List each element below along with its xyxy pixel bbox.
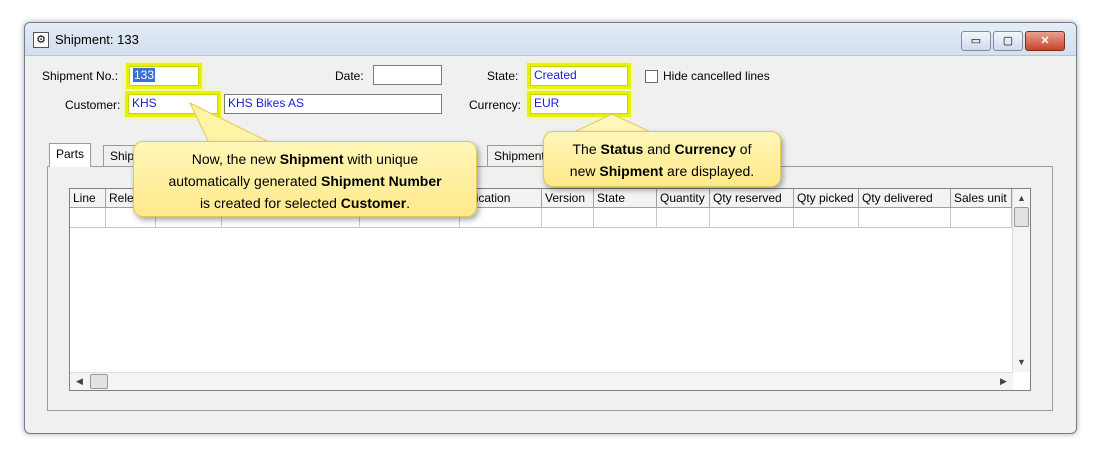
empty-cell[interactable] xyxy=(657,208,710,228)
title-bar: ⚙ Shipment: 133 ▭ ▢ ✕ xyxy=(25,23,1076,56)
state-field[interactable]: Created xyxy=(530,66,628,86)
empty-cell[interactable] xyxy=(951,208,1012,228)
vertical-scrollbar[interactable]: ▲ ▼ xyxy=(1012,189,1030,372)
shipment-no-field[interactable]: 133 xyxy=(129,66,199,86)
tab-parts[interactable]: Parts xyxy=(49,143,92,167)
empty-cell[interactable] xyxy=(794,208,859,228)
empty-cell[interactable] xyxy=(594,208,657,228)
empty-cell[interactable] xyxy=(542,208,594,228)
callout-left-tail xyxy=(188,101,276,145)
state-label: State: xyxy=(487,69,519,83)
scroll-up-icon[interactable]: ▲ xyxy=(1017,193,1026,203)
col-state[interactable]: State xyxy=(594,189,657,208)
tab-shipment[interactable]: Shipment xyxy=(487,145,552,167)
callout-shipment-created: Now, the new Shipment with unique automa… xyxy=(133,141,477,217)
horizontal-scroll-thumb[interactable] xyxy=(90,374,108,389)
scroll-right-icon[interactable]: ▶ xyxy=(1000,376,1007,387)
scroll-down-icon[interactable]: ▼ xyxy=(1017,357,1026,367)
empty-cell[interactable] xyxy=(859,208,951,228)
col-version[interactable]: Version xyxy=(542,189,594,208)
col-quantity[interactable]: Quantity xyxy=(657,189,710,208)
maximize-button[interactable]: ▢ xyxy=(993,31,1023,51)
vertical-scroll-thumb[interactable] xyxy=(1014,207,1029,227)
empty-cell[interactable] xyxy=(70,208,106,228)
app-icon: ⚙ xyxy=(33,32,49,48)
col-qty-delivered[interactable]: Qty delivered xyxy=(859,189,951,208)
shipment-window: ⚙ Shipment: 133 ▭ ▢ ✕ Shipment No.: 133 … xyxy=(24,22,1077,434)
shipment-no-label: Shipment No.: xyxy=(42,69,119,83)
currency-label: Currency: xyxy=(469,98,522,112)
empty-cell[interactable] xyxy=(710,208,794,228)
col-qty-reserved[interactable]: Qty reserved xyxy=(710,189,794,208)
horizontal-scrollbar[interactable]: ◀ ▶ xyxy=(70,372,1013,390)
col-qty-picked[interactable]: Qty picked xyxy=(794,189,859,208)
col-sales-unit[interactable]: Sales unit xyxy=(951,189,1012,208)
currency-field[interactable]: EUR xyxy=(530,94,628,114)
col-line[interactable]: Line xyxy=(70,189,106,208)
window-title: Shipment: 133 xyxy=(55,32,139,47)
hide-cancelled-label: Hide cancelled lines xyxy=(663,69,770,83)
date-field[interactable] xyxy=(373,65,442,85)
close-button[interactable]: ✕ xyxy=(1025,31,1065,51)
minimize-button[interactable]: ▭ xyxy=(961,31,991,51)
customer-label: Customer: xyxy=(65,98,121,112)
hide-cancelled-checkbox[interactable] xyxy=(645,70,658,83)
callout-status-currency: The Status and Currency of new Shipment … xyxy=(543,131,781,187)
parts-grid: Line Rele dification Version State Quant… xyxy=(69,188,1031,391)
date-label: Date: xyxy=(335,69,364,83)
scroll-left-icon[interactable]: ◀ xyxy=(76,376,83,387)
